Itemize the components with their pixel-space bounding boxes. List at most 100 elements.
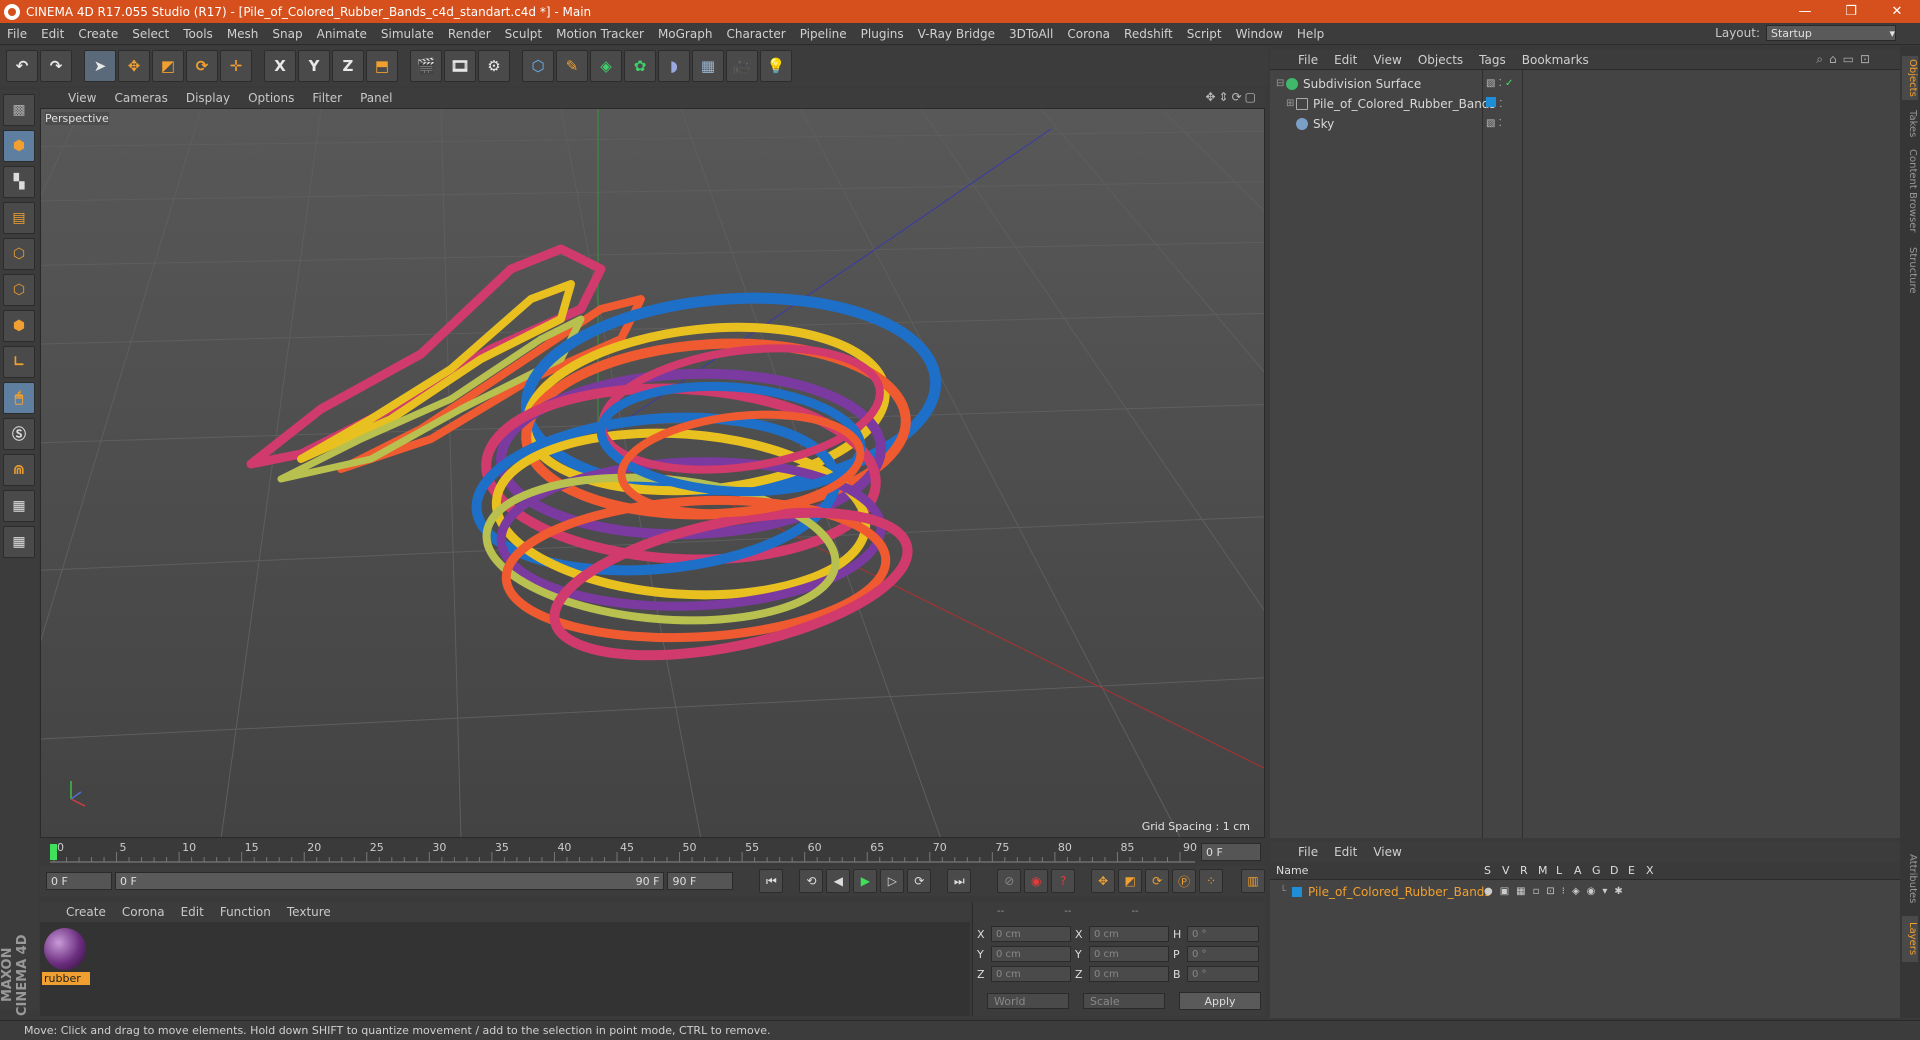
go-to-start-button[interactable]: ⏮ [759, 869, 784, 893]
make-editable-button[interactable]: ▩ [3, 94, 35, 126]
material-preview-sphere[interactable] [44, 928, 86, 970]
size-x-field[interactable]: 0 cm [1089, 926, 1169, 942]
menu-tools[interactable]: Tools [176, 27, 220, 41]
current-frame-field[interactable]: 0 F [1201, 843, 1261, 861]
undo-button[interactable]: ↶ [6, 50, 38, 82]
end-frame-field[interactable]: 90 F [667, 872, 734, 890]
tweak-mode-button[interactable]: 🖱 [3, 382, 35, 414]
menu-animate[interactable]: Animate [310, 27, 374, 41]
layer-color-swatch[interactable] [1292, 886, 1302, 897]
redo-button[interactable]: ↷ [40, 50, 72, 82]
motion-record-button[interactable]: ⊘ [997, 869, 1022, 893]
move-tool-button[interactable]: ✥ [118, 50, 150, 82]
object-menu-file[interactable]: File [1290, 53, 1326, 67]
layer-menu-edit[interactable]: Edit [1326, 845, 1365, 859]
play-button[interactable]: ▶ [853, 869, 878, 893]
coordinate-system-select[interactable]: World [987, 993, 1069, 1009]
render-settings-button[interactable]: ⚙ [478, 50, 510, 82]
layer-menu-view[interactable]: View [1365, 845, 1409, 859]
layer-menu-file[interactable]: File [1290, 845, 1326, 859]
solo-mode-button[interactable]: Ⓢ [3, 418, 35, 450]
z-axis-lock-button[interactable]: Z [332, 50, 364, 82]
frame-range-slider[interactable]: 0 F 90 F [114, 872, 665, 890]
render-picture-viewer-button[interactable]: 🎞 [444, 50, 476, 82]
menu-pipeline[interactable]: Pipeline [793, 27, 854, 41]
menu-mograph[interactable]: MoGraph [651, 27, 720, 41]
cube-primitive-button[interactable]: ⬡ [522, 50, 554, 82]
previous-key-button[interactable]: ⟲ [799, 869, 824, 893]
polygons-mode-button[interactable]: ⬢ [3, 310, 35, 342]
menu-script[interactable]: Script [1180, 27, 1229, 41]
menu-3dtoall[interactable]: 3DToAll [1002, 27, 1060, 41]
menu-redshift[interactable]: Redshift [1117, 27, 1180, 41]
model-mode-button[interactable]: ⬢ [3, 130, 35, 162]
coordinate-system-button[interactable]: ⬒ [366, 50, 398, 82]
workplane-mode-button[interactable]: ▤ [3, 202, 35, 234]
go-to-end-button[interactable]: ⏭ [947, 869, 972, 893]
spline-pen-button[interactable]: ✎ [556, 50, 588, 82]
menu-render[interactable]: Render [441, 27, 498, 41]
object-menu-tags[interactable]: Tags [1471, 53, 1514, 67]
menu-edit[interactable]: Edit [34, 27, 71, 41]
layout-select[interactable]: Startup ▾ [1766, 25, 1896, 41]
expand-icon[interactable]: ⊞ [1286, 98, 1296, 109]
object-menu-objects[interactable]: Objects [1410, 53, 1471, 67]
collapse-icon[interactable]: ⊟ [1276, 78, 1286, 89]
viewport-navigation-icons[interactable]: ✥⇕⟳▢ [1205, 90, 1259, 104]
autokeying-button[interactable]: ? [1051, 869, 1076, 893]
planar-workplane-button[interactable]: ▦ [3, 526, 35, 558]
viewport-menu-panel[interactable]: Panel [352, 91, 400, 105]
keyframe-scale-button[interactable]: ◩ [1118, 869, 1143, 893]
layer-name[interactable]: Pile_of_Colored_Rubber_Bands [1308, 885, 1491, 899]
keyframe-position-button[interactable]: ✥ [1091, 869, 1116, 893]
tab-structure[interactable]: Structure [1902, 242, 1918, 298]
x-axis-lock-button[interactable]: X [264, 50, 296, 82]
tab-takes[interactable]: Takes [1902, 106, 1918, 142]
menu-create[interactable]: Create [71, 27, 125, 41]
next-key-button[interactable]: ⟳ [907, 869, 932, 893]
position-z-field[interactable]: 0 cm [991, 966, 1071, 982]
search-home-icons[interactable]: ⌕⌂▭⊡ [1816, 52, 1876, 67]
viewport-menu-options[interactable]: Options [240, 91, 302, 105]
array-button[interactable]: ✿ [624, 50, 656, 82]
visibility-check-icon[interactable]: ▧ ⁚ ✓ [1486, 78, 1513, 89]
previous-frame-button[interactable]: ◀ [826, 869, 851, 893]
menu-vray-bridge[interactable]: V-Ray Bridge [911, 27, 1002, 41]
scale-tool-button[interactable]: ◩ [152, 50, 184, 82]
subdivision-surface-button[interactable]: ◈ [590, 50, 622, 82]
size-mode-select[interactable]: Scale [1083, 993, 1165, 1009]
record-active-objects-button[interactable]: ◉ [1024, 869, 1049, 893]
rotation-h-field[interactable]: 0 ° [1187, 926, 1259, 942]
object-menu-bookmarks[interactable]: Bookmarks [1514, 53, 1597, 67]
position-y-field[interactable]: 0 cm [991, 946, 1071, 962]
y-axis-lock-button[interactable]: Y [298, 50, 330, 82]
menu-mesh[interactable]: Mesh [220, 27, 266, 41]
menu-motion-tracker[interactable]: Motion Tracker [549, 27, 651, 41]
material-name-label[interactable]: rubber [42, 972, 90, 985]
start-frame-field[interactable]: 0 F [46, 872, 112, 890]
edges-mode-button[interactable]: ⬡ [3, 274, 35, 306]
object-row-subdivision-surface[interactable]: ⊟ Subdivision Surface ▧ ⁚ ✓ [1270, 74, 1900, 93]
menu-snap[interactable]: Snap [265, 27, 309, 41]
maximize-button[interactable]: ❐ [1828, 0, 1874, 23]
object-row-rubber-bands[interactable]: ⊞ Pile_of_Colored_Rubber_Bands ⁚ [1270, 94, 1900, 113]
next-frame-button[interactable]: ▷ [880, 869, 905, 893]
points-mode-button[interactable]: ⬡ [3, 238, 35, 270]
tag-icon[interactable]: ▧ ⁚ [1486, 118, 1502, 129]
viewport-menu-cameras[interactable]: Cameras [106, 91, 175, 105]
menu-character[interactable]: Character [719, 27, 792, 41]
tab-attributes[interactable]: Attributes [1902, 846, 1918, 912]
layer-toggle-icons[interactable]: ●▣▦▫⊡⁝◈◉▾✱ [1484, 886, 1630, 897]
menu-select[interactable]: Select [125, 27, 176, 41]
menu-help[interactable]: Help [1290, 27, 1331, 41]
viewport-menu-display[interactable]: Display [178, 91, 238, 105]
object-menu-view[interactable]: View [1365, 53, 1409, 67]
material-menu-create[interactable]: Create [58, 905, 114, 919]
layer-row[interactable]: └ Pile_of_Colored_Rubber_Bands ●▣▦▫⊡⁝◈◉▾… [1270, 882, 1900, 901]
menu-window[interactable]: Window [1229, 27, 1290, 41]
material-menu-function[interactable]: Function [212, 905, 279, 919]
locked-workplane-button[interactable]: ▦ [3, 490, 35, 522]
size-y-field[interactable]: 0 cm [1089, 946, 1169, 962]
transform-tool-button[interactable]: ✛ [220, 50, 252, 82]
object-row-sky[interactable]: Sky ▧ ⁚ [1270, 114, 1900, 133]
